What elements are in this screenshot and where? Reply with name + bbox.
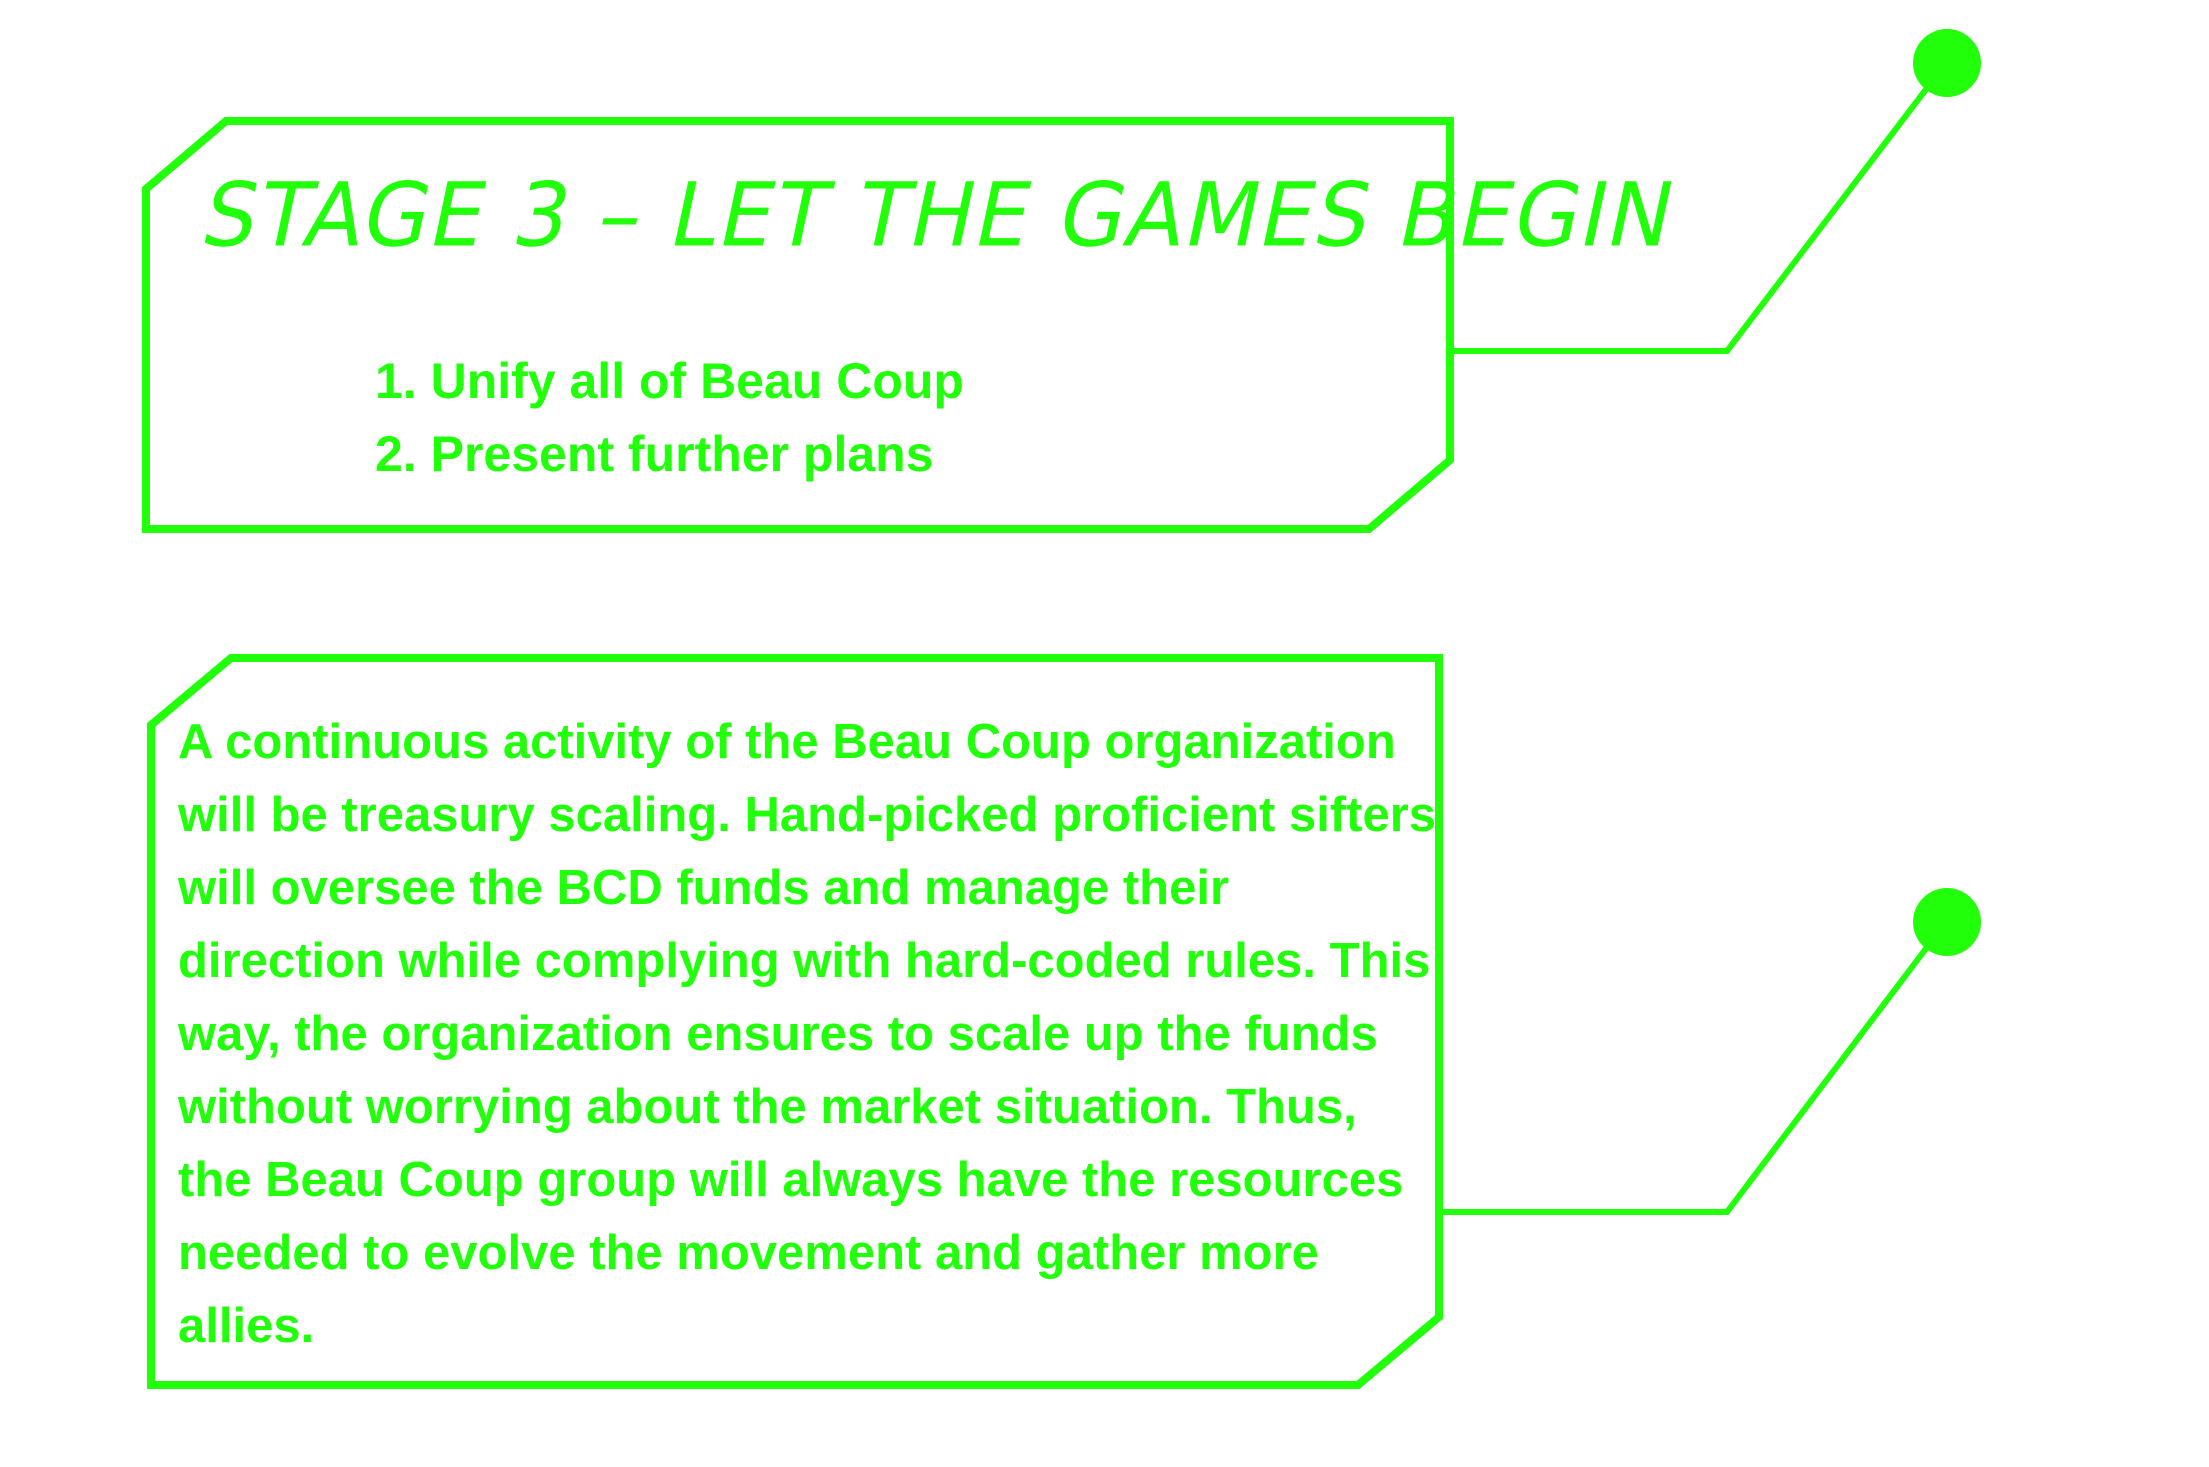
bottom-connector-line — [1439, 920, 1949, 1215]
plan-item-number: 1. — [375, 353, 417, 409]
stage-title: STAGE 3 – LET THE GAMES BEGIN — [194, 163, 1686, 267]
plan-item-label: Present further plans — [430, 426, 934, 482]
plan-item-1: 1. Unify all of Beau Coup — [375, 345, 964, 418]
plan-item-number: 2. — [375, 426, 417, 482]
bottom-connector-dot — [1913, 888, 1981, 956]
plan-item-2: 2. Present further plans — [375, 418, 964, 491]
top-connector-dot — [1913, 29, 1981, 97]
description-text: A continuous activity of the Beau Coup o… — [178, 715, 1437, 1353]
plan-list: 1. Unify all of Beau Coup 2. Present fur… — [375, 345, 964, 491]
plan-item-label: Unify all of Beau Coup — [430, 353, 964, 409]
